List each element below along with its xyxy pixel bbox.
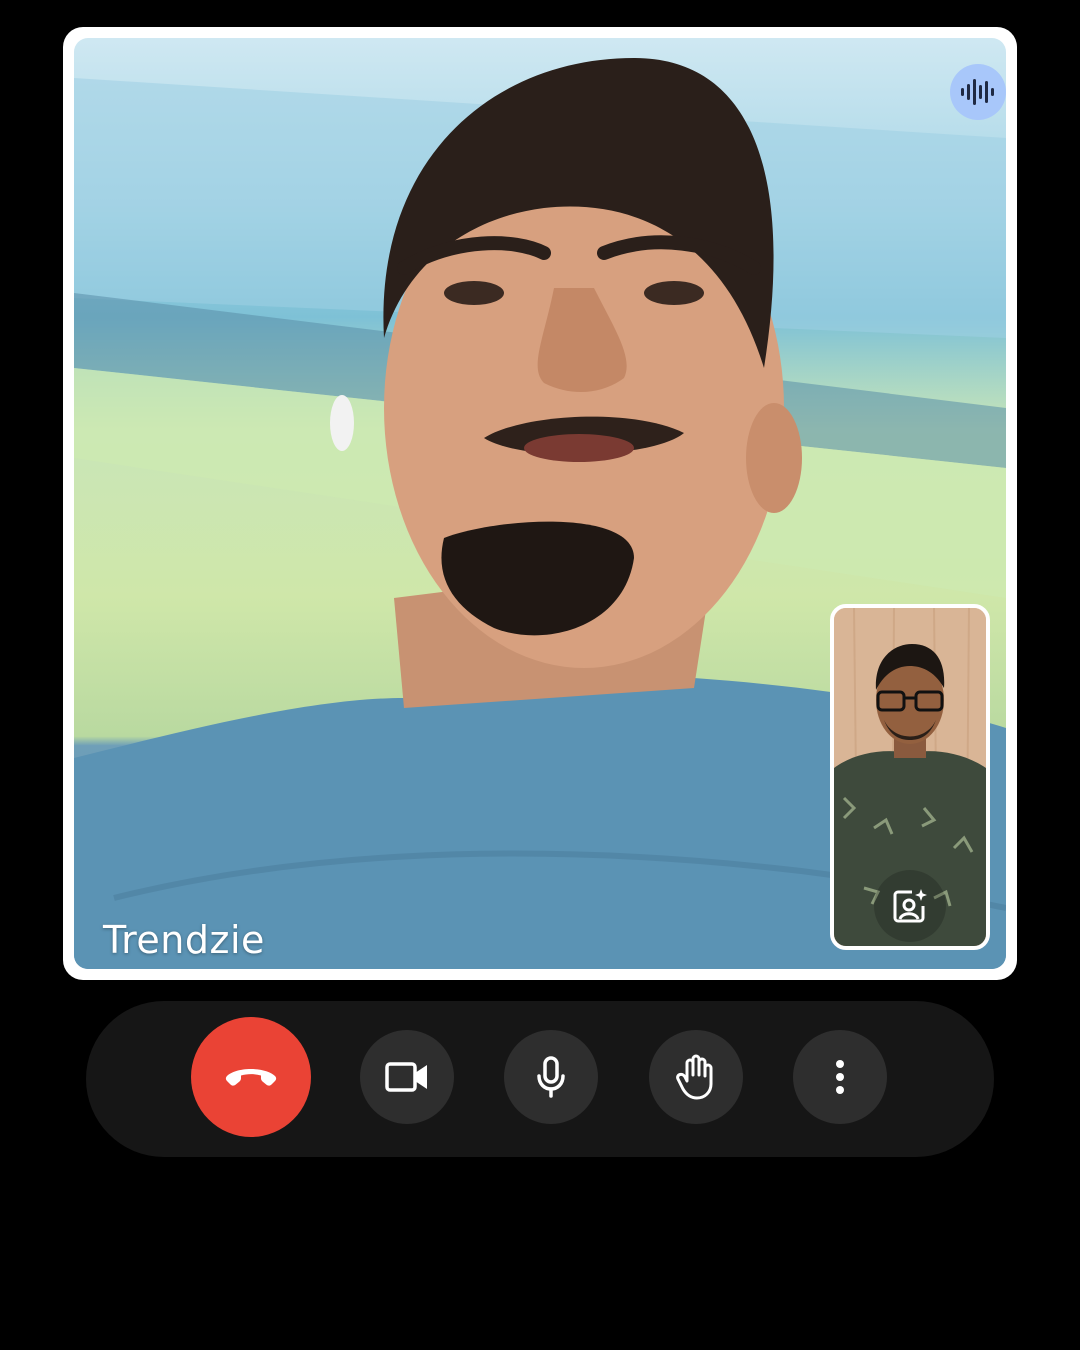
self-view-tile[interactable]	[830, 604, 990, 950]
microphone-toggle-button[interactable]	[504, 1030, 598, 1124]
audio-waveform-icon	[961, 79, 994, 105]
participant-name: Trendzie	[103, 918, 265, 962]
more-vert-icon	[836, 1060, 844, 1094]
hand-icon	[676, 1054, 713, 1100]
call-control-bar	[86, 1001, 994, 1157]
visual-effects-button[interactable]	[874, 870, 946, 942]
raise-hand-button[interactable]	[649, 1030, 743, 1124]
main-video-frame: Trendzie	[63, 27, 1017, 980]
call-end-icon	[225, 1069, 277, 1086]
video-call-screen: Trendzie	[0, 0, 1080, 1350]
remote-participant-video[interactable]: Trendzie	[74, 38, 1006, 969]
speaking-indicator	[950, 64, 1006, 120]
more-options-button[interactable]	[793, 1030, 887, 1124]
end-call-button[interactable]	[191, 1017, 311, 1137]
visual-effects-icon	[893, 889, 927, 923]
camera-toggle-button[interactable]	[360, 1030, 454, 1124]
mic-icon	[537, 1056, 565, 1098]
videocam-icon	[385, 1062, 427, 1092]
